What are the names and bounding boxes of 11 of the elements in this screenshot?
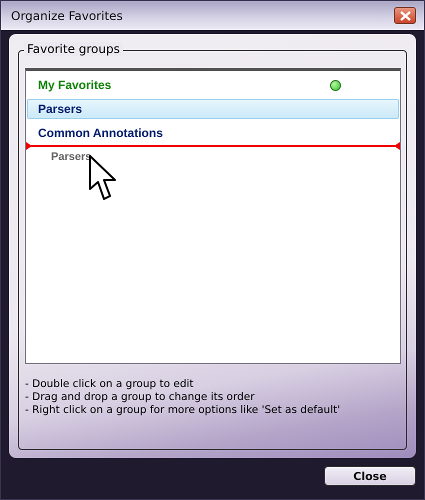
- group-item[interactable]: Common Annotations: [27, 123, 399, 143]
- close-button[interactable]: Close: [324, 466, 416, 486]
- pointer-cursor-icon: [89, 155, 117, 203]
- instruction-text: - Drag and drop a group to change its order: [25, 391, 256, 403]
- instruction-text: - Right click on a group for more options like 'Set as default': [25, 404, 342, 416]
- group-item[interactable]: Parsers: [27, 99, 399, 119]
- group-box-title: Favorite groups: [24, 42, 123, 56]
- window-title: Organize Favorites: [11, 8, 123, 22]
- instruction-text: - Double click on a group to edit: [25, 378, 195, 390]
- group-item[interactable]: My Favorites: [27, 75, 399, 95]
- close-icon[interactable]: [394, 7, 416, 24]
